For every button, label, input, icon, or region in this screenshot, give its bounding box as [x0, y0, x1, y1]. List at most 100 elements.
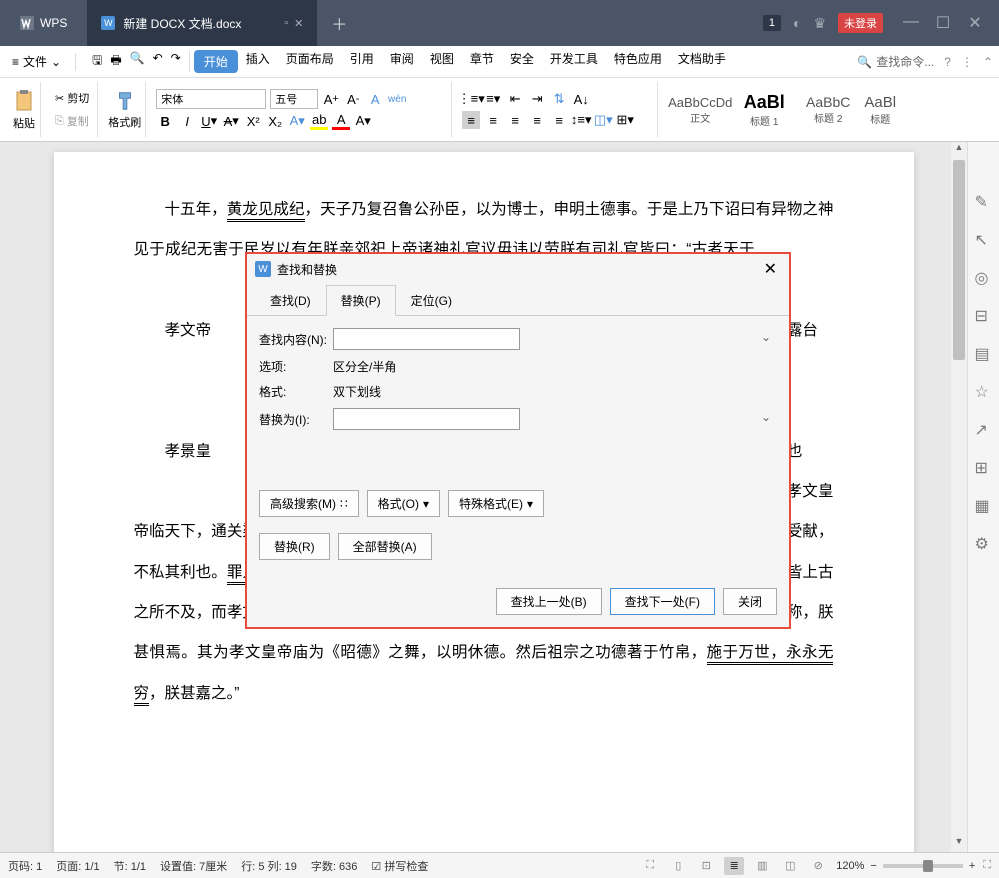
special-format-button[interactable]: 特殊格式(E)▾ — [448, 490, 544, 517]
strike-icon[interactable]: A▾ — [222, 112, 240, 130]
section-count[interactable]: 节: 1/1 — [114, 858, 146, 874]
advanced-search-button[interactable]: 高级搜索(M)∷ — [259, 490, 359, 517]
collapse-ribbon-icon[interactable]: ⌃ — [983, 55, 993, 69]
zoom-slider[interactable] — [883, 864, 963, 868]
shrink-font-icon[interactable]: A- — [344, 90, 362, 108]
tab-view[interactable]: 视图 — [422, 50, 462, 73]
page-count[interactable]: 页面: 1/1 — [56, 858, 99, 874]
style-normal[interactable]: AaBbCcDd正文 — [668, 82, 732, 137]
crown-icon[interactable]: ♛ — [813, 15, 826, 32]
borders-icon[interactable]: ⊞▾ — [616, 111, 634, 129]
tab-chapter[interactable]: 章节 — [462, 50, 502, 73]
bullets-icon[interactable]: ⋮≡▾ — [462, 90, 480, 108]
find-prev-button[interactable]: 查找上一处(B) — [496, 588, 602, 615]
font-size-select[interactable] — [270, 89, 318, 109]
tab-goto[interactable]: 定位(G) — [396, 285, 467, 316]
scrollbar-thumb[interactable] — [953, 160, 965, 360]
fit-page-icon[interactable]: ⛶ — [983, 859, 991, 872]
paste-button[interactable]: 粘贴 — [12, 89, 36, 131]
tab-start[interactable]: 开始 — [194, 50, 238, 73]
tab-find[interactable]: 查找(D) — [255, 285, 326, 316]
align-center-icon[interactable]: ≡ — [484, 111, 502, 129]
arrow-icon[interactable]: ↖ — [975, 230, 993, 248]
wps-home-tab[interactable]: WPS — [0, 0, 87, 46]
pencil-icon[interactable]: ✎ — [975, 192, 993, 210]
style-heading1[interactable]: AaBl标题 1 — [732, 82, 796, 137]
replace-all-button[interactable]: 全部替换(A) — [338, 533, 432, 560]
view-web-icon[interactable]: ⊡ — [696, 857, 716, 875]
zoom-handle[interactable] — [923, 860, 933, 872]
style-heading2[interactable]: AaBbC标题 2 — [796, 82, 860, 137]
indent-icon[interactable]: ⇥ — [528, 90, 546, 108]
tab-close-icon[interactable]: ✕ — [294, 17, 303, 30]
find-next-button[interactable]: 查找下一处(F) — [610, 588, 715, 615]
view-more-icon[interactable]: ⊘ — [808, 857, 828, 875]
file-menu[interactable]: ≡ 文件 ⌄ — [6, 53, 67, 70]
zoom-in-icon[interactable]: + — [969, 860, 975, 872]
zoom-level[interactable]: 120% — [836, 860, 864, 872]
tab-security[interactable]: 安全 — [502, 50, 542, 73]
flow-icon[interactable]: ⊟ — [975, 306, 993, 324]
view-focus-icon[interactable]: ⛶ — [640, 857, 660, 875]
text-direction-icon[interactable]: ⇅ — [550, 90, 568, 108]
font-color-icon[interactable]: A — [332, 112, 350, 130]
italic-icon[interactable]: I — [178, 112, 196, 130]
preview-icon[interactable]: 🔍 — [130, 51, 145, 72]
dialog-close-btn[interactable]: 关闭 — [723, 588, 777, 615]
gear-icon[interactable]: ⚙ — [975, 534, 993, 552]
format-painter-button[interactable]: 格式刷 — [108, 90, 141, 130]
format-button[interactable]: 格式(O)▾ — [367, 490, 440, 517]
para-shading-icon[interactable]: ◫▾ — [594, 111, 612, 129]
tab-replace[interactable]: 替换(P) — [326, 285, 396, 316]
line-spacing-icon[interactable]: ↕≡▾ — [572, 111, 590, 129]
help-icon[interactable]: ? — [944, 55, 951, 69]
cut-button[interactable]: ✂剪切 — [51, 88, 93, 108]
font-name-select[interactable] — [156, 89, 266, 109]
tab-insert[interactable]: 插入 — [238, 50, 278, 73]
spell-check[interactable]: ☑ 拼写检查 — [371, 858, 428, 874]
font-effect-icon[interactable]: A▾ — [288, 112, 306, 130]
view-read-icon[interactable]: ▯ — [668, 857, 688, 875]
highlight-icon[interactable]: ab — [310, 112, 328, 130]
notification-badge[interactable]: 1 — [763, 15, 781, 31]
align-right-icon[interactable]: ≡ — [506, 111, 524, 129]
close-window-button[interactable]: ✕ — [959, 13, 991, 33]
tab-helper[interactable]: 文档助手 — [670, 50, 734, 73]
tab-menu-icon[interactable]: ▫ — [284, 17, 288, 30]
grid-icon[interactable]: ⊞ — [975, 458, 993, 476]
scroll-down-icon[interactable]: ▼ — [951, 836, 967, 852]
star-icon[interactable]: ☆ — [975, 382, 993, 400]
skin-icon[interactable]: ◐ — [793, 15, 801, 31]
view-outline-icon[interactable]: ▥ — [752, 857, 772, 875]
tab-dev[interactable]: 开发工具 — [542, 50, 606, 73]
bold-icon[interactable]: B — [156, 112, 174, 130]
target-icon[interactable]: ◎ — [975, 268, 993, 286]
word-count[interactable]: 字数: 636 — [311, 858, 357, 874]
sort-icon[interactable]: A↓ — [572, 90, 590, 108]
tab-special[interactable]: 特色应用 — [606, 50, 670, 73]
document-tab[interactable]: W 新建 DOCX 文档.docx ▫ ✕ — [87, 0, 317, 46]
share-icon[interactable]: ↗ — [975, 420, 993, 438]
view-columns-icon[interactable]: ◫ — [780, 857, 800, 875]
phonetic-icon[interactable]: wén — [388, 90, 406, 108]
underline-icon[interactable]: U▾ — [200, 112, 218, 130]
position[interactable]: 设置值: 7厘米 — [160, 858, 227, 874]
distribute-icon[interactable]: ≡ — [550, 111, 568, 129]
line-col[interactable]: 行: 5 列: 19 — [241, 858, 297, 874]
view-page-icon[interactable]: ≣ — [724, 857, 744, 875]
find-input[interactable] — [333, 328, 520, 350]
shading-icon[interactable]: A▾ — [354, 112, 372, 130]
tab-layout[interactable]: 页面布局 — [278, 50, 342, 73]
page-number[interactable]: 页码: 1 — [8, 858, 42, 874]
numbering-icon[interactable]: ≡▾ — [484, 90, 502, 108]
undo-icon[interactable]: ↶ — [153, 51, 163, 72]
subscript-icon[interactable]: X₂ — [266, 112, 284, 130]
save-icon[interactable]: 🖫 — [92, 51, 102, 72]
tab-review[interactable]: 审阅 — [382, 50, 422, 73]
print-icon[interactable]: 🖶 — [110, 51, 121, 72]
clear-format-icon[interactable]: A — [366, 90, 384, 108]
vertical-scrollbar[interactable]: ▲ ▼ — [951, 142, 967, 852]
command-search[interactable]: 🔍 查找命令... — [857, 53, 934, 70]
minimize-button[interactable]: — — [895, 13, 927, 33]
image-icon[interactable]: ▦ — [975, 496, 993, 514]
